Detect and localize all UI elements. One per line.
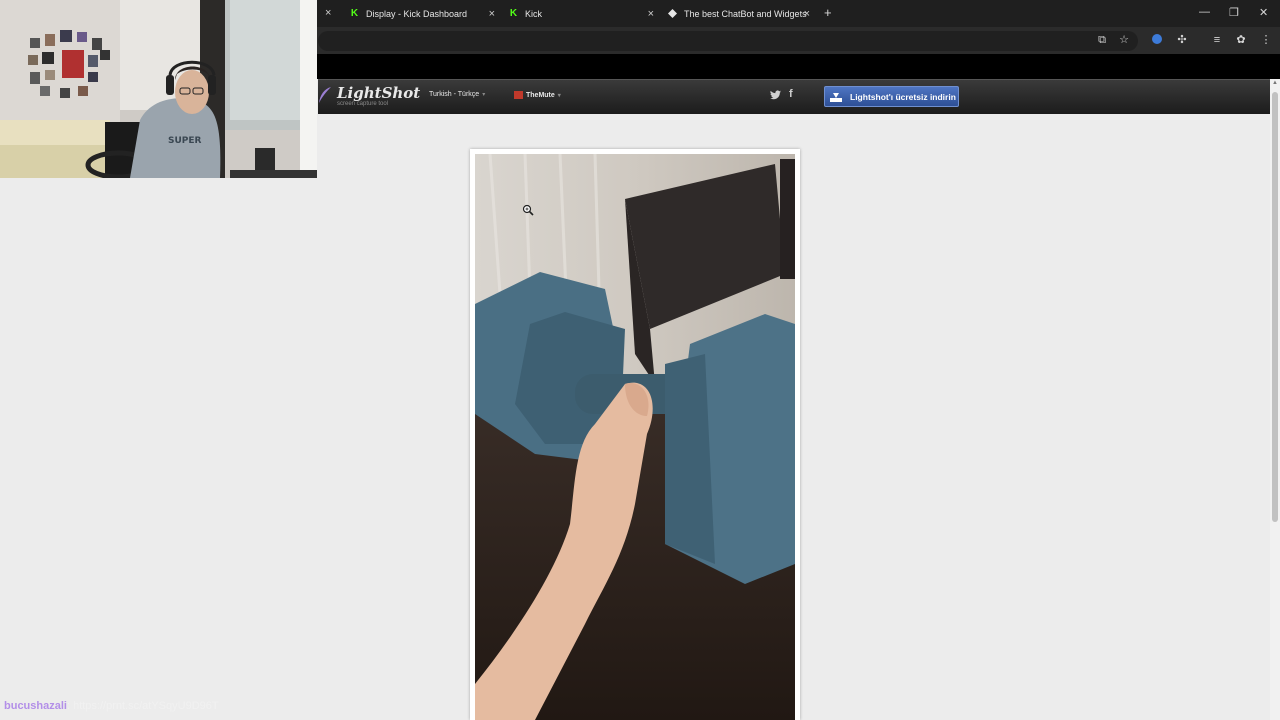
tab-kick[interactable]: K Kick × xyxy=(509,0,654,27)
lightshot-tagline: screen capture tool xyxy=(337,101,389,107)
screenshot-image[interactable] xyxy=(475,154,795,720)
tab-title: The best ChatBot and Widgets xyxy=(684,8,807,19)
extension-shield-icon[interactable] xyxy=(1150,33,1164,47)
tab-title: Display - Kick Dashboard xyxy=(366,8,468,19)
kick-icon: K xyxy=(509,8,518,19)
tab-close-icon[interactable]: × xyxy=(489,8,495,20)
tab-close-icon[interactable]: × xyxy=(804,8,810,20)
language-selector[interactable]: Turkish - Türkçe ▾ xyxy=(429,91,485,98)
tab-kick-dashboard[interactable]: K Display - Kick Dashboard × xyxy=(350,0,495,27)
restore-icon[interactable]: ❐ xyxy=(1229,6,1239,19)
minimize-icon[interactable]: — xyxy=(1199,6,1210,18)
tab-title: Kick xyxy=(525,8,543,19)
user-menu[interactable]: TheMute ▾ xyxy=(514,91,561,99)
chat-username: bucushazali xyxy=(4,700,67,712)
address-bar[interactable] xyxy=(318,31,1138,51)
chat-message: bucushazali: https://prnt.sc/atYSqyU9D96… xyxy=(4,700,219,712)
botrix-icon xyxy=(668,9,677,18)
extension-icon[interactable]: ✿ xyxy=(1234,33,1248,47)
feather-logo-icon xyxy=(319,87,331,103)
user-avatar-icon xyxy=(514,91,523,99)
chevron-down-icon: ▾ xyxy=(557,92,561,99)
extensions-puzzle-icon[interactable]: ✣ xyxy=(1175,33,1189,47)
download-icon xyxy=(830,92,842,102)
language-label: Turkish - Türkçe xyxy=(429,91,480,98)
facebook-icon[interactable]: f xyxy=(789,88,793,100)
svg-text:SUPER: SUPER xyxy=(168,136,202,146)
webcam-overlay: SUPER xyxy=(0,0,317,178)
install-app-icon[interactable]: ⧉ xyxy=(1095,33,1109,47)
new-tab-button[interactable]: + xyxy=(824,5,832,20)
user-name: TheMute xyxy=(526,91,555,99)
media-control-icon[interactable]: ≡ xyxy=(1210,33,1224,47)
window-close-icon[interactable]: ✕ xyxy=(1259,6,1268,19)
menu-kebab-icon[interactable]: ⋮ xyxy=(1259,33,1273,47)
tab-close-icon[interactable]: × xyxy=(325,7,331,19)
chevron-down-icon: ▾ xyxy=(482,92,486,98)
lightshot-logo[interactable]: LightShot xyxy=(337,84,420,102)
twitter-icon[interactable] xyxy=(770,90,781,100)
scroll-up-icon[interactable]: ▲ xyxy=(1272,80,1278,86)
bookmark-star-icon[interactable]: ☆ xyxy=(1117,33,1131,47)
download-label: Lightshot'ı ücretsiz indirin xyxy=(850,91,956,102)
scrollbar-thumb[interactable] xyxy=(1272,92,1278,522)
download-lightshot-button[interactable]: Lightshot'ı ücretsiz indirin xyxy=(824,86,959,107)
tab-close-icon[interactable]: × xyxy=(648,8,654,20)
kick-icon: K xyxy=(350,8,359,19)
chat-text: : https://prnt.sc/atYSqyU9D96T xyxy=(66,700,219,712)
zoom-in-cursor-icon xyxy=(522,204,534,216)
tab-botrix[interactable]: The best ChatBot and Widgets × xyxy=(668,0,810,27)
